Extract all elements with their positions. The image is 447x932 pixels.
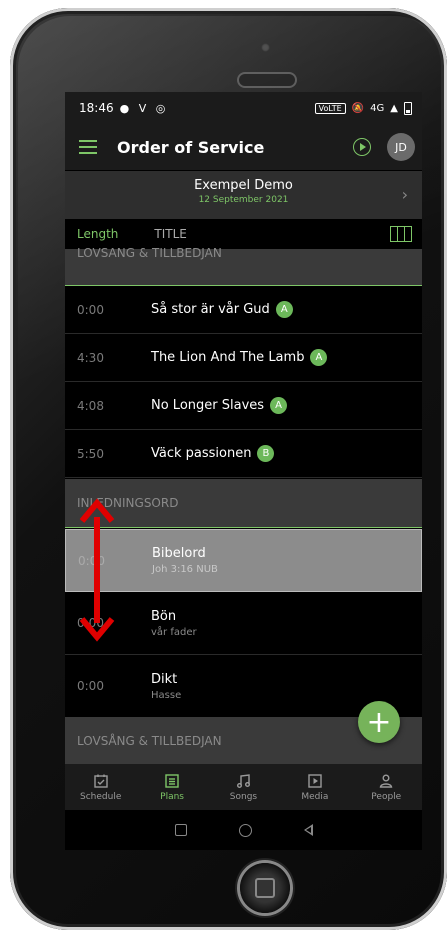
home-icon[interactable] <box>238 823 252 837</box>
tab-label: Songs <box>229 791 258 802</box>
tab-label: Schedule <box>80 791 122 802</box>
section-label: INLEDNINGSORD <box>77 496 179 510</box>
item-title: Bibelord <box>152 546 206 561</box>
item-subtitle: Hasse <box>151 689 182 701</box>
calendar-check-icon <box>93 774 108 788</box>
mute-icon: 🔕 <box>351 102 365 114</box>
column-title: TITLE <box>154 227 187 241</box>
song-row[interactable]: 4:30 The Lion And The Lamb A <box>65 334 422 382</box>
page-title: Order of Service <box>117 137 265 157</box>
play-icon[interactable] <box>353 138 371 156</box>
item-title: Bön <box>151 608 177 624</box>
item-length: 0:00 <box>78 553 105 568</box>
system-nav-bar <box>65 810 422 850</box>
song-title: The Lion And The Lamb A <box>151 349 328 366</box>
home-button-icon <box>255 878 275 898</box>
tab-people[interactable]: People <box>356 773 416 802</box>
song-length: 4:30 <box>77 350 104 365</box>
earpiece-speaker <box>239 74 295 86</box>
tab-label: Plans <box>160 791 184 802</box>
front-camera <box>261 43 270 52</box>
play-box-icon <box>308 773 322 788</box>
plan-header[interactable]: Exempel Demo 12 September 2021 › <box>65 170 422 219</box>
add-item-button[interactable]: + <box>358 701 400 743</box>
back-icon[interactable] <box>303 824 313 836</box>
column-headers: Length TITLE <box>65 219 422 249</box>
tab-media[interactable]: Media <box>285 773 345 802</box>
song-title: No Longer Slaves A <box>151 397 288 414</box>
tab-label: People <box>371 791 402 802</box>
tab-plans[interactable]: Plans <box>142 773 202 802</box>
song-row[interactable]: 0:00 Så stor är vår Gud A <box>65 286 422 334</box>
item-length: 0:00 <box>77 679 104 693</box>
music-note-icon <box>237 773 251 788</box>
item-length: 0:00 <box>77 616 104 630</box>
avatar[interactable]: JD <box>387 133 415 161</box>
song-row[interactable]: 5:50 Väck passionen B <box>65 430 422 478</box>
list-item[interactable]: 0:00 Bön vår fader <box>65 592 422 655</box>
person-icon <box>379 774 393 788</box>
network-icon: 4G <box>370 102 385 114</box>
home-button[interactable] <box>240 863 290 913</box>
plan-date: 12 September 2021 <box>198 195 289 205</box>
status-bar: 18:46 ● V ◎ VoLTE 🔕 4G ▲ <box>65 92 422 124</box>
tab-songs[interactable]: Songs <box>213 773 273 802</box>
item-subtitle: vår fader <box>151 626 197 638</box>
section-header: LOVSANG & TILLBEDJAN <box>65 246 422 286</box>
song-row[interactable]: 4:08 No Longer Slaves A <box>65 382 422 430</box>
section-header: INLEDNINGSORD <box>65 479 422 528</box>
tab-schedule[interactable]: Schedule <box>71 773 131 802</box>
section-label: LOVSÅNG & TILLBEDJAN <box>77 733 222 748</box>
battery-icon <box>404 101 412 115</box>
column-length[interactable]: Length <box>77 227 118 241</box>
status-time: 18:46 <box>79 101 114 115</box>
app-bar: Order of Service JD <box>65 124 422 170</box>
list-item-selected[interactable]: 0:00 Bibelord Joh 3:16 NUB <box>65 529 422 592</box>
song-key-badge: A <box>275 301 293 318</box>
chevron-right-icon: › <box>401 185 408 204</box>
song-title: Väck passionen B <box>151 445 275 462</box>
tab-label: Media <box>301 791 329 802</box>
song-length: 4:08 <box>77 398 104 413</box>
song-key-badge: B <box>257 445 275 462</box>
recents-icon[interactable] <box>174 824 187 836</box>
columns-icon[interactable] <box>390 226 412 242</box>
song-length: 0:00 <box>77 302 104 317</box>
app-screen: 18:46 ● V ◎ VoLTE 🔕 4G ▲ Order of Servic… <box>65 92 422 850</box>
bottom-tab-bar: Schedule Plans Songs Media People <box>65 764 422 810</box>
status-right-icons: VoLTE 🔕 4G ▲ <box>314 101 412 115</box>
song-key-badge: A <box>310 349 328 366</box>
item-title: Dikt <box>151 671 178 687</box>
item-subtitle: Joh 3:16 NUB <box>152 564 218 575</box>
volte-badge: VoLTE <box>314 102 346 114</box>
menu-icon[interactable] <box>79 140 97 154</box>
notification-icons: ● V ◎ <box>119 101 169 115</box>
section-label: LOVSANG & TILLBEDJAN <box>77 246 222 260</box>
song-key-badge: A <box>270 397 288 414</box>
song-length: 5:50 <box>77 446 104 461</box>
plan-name: Exempel Demo <box>194 178 293 193</box>
signal-icon: ▲ <box>390 102 398 114</box>
song-title: Så stor är vår Gud A <box>151 301 293 318</box>
list-icon <box>165 773 179 788</box>
